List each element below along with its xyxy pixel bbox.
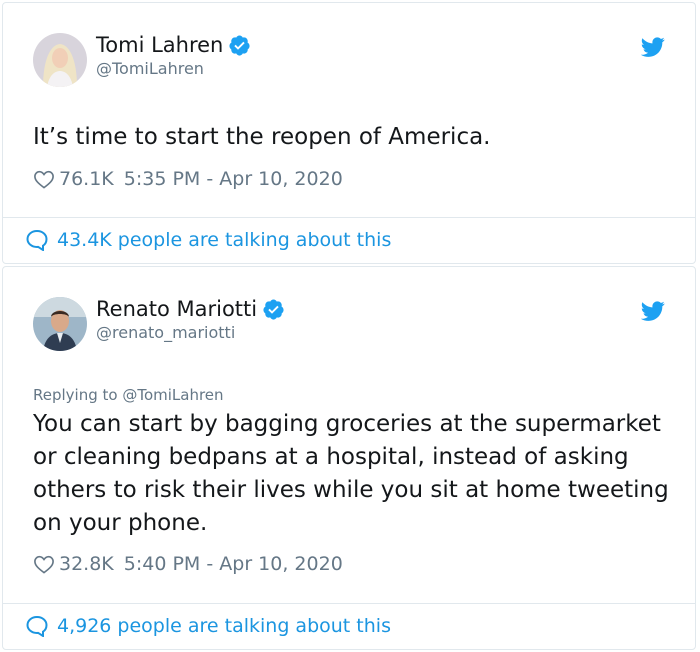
tweet-text: You can start by bagging groceries at th… — [33, 411, 669, 536]
speech-bubble-icon — [25, 615, 49, 638]
talking-link[interactable]: 4,926 people are talking about this — [25, 615, 391, 638]
avatar[interactable] — [33, 297, 87, 351]
tweet-text: It’s time to start the reopen of America… — [33, 124, 491, 150]
avatar[interactable] — [33, 33, 87, 87]
replying-to[interactable]: Replying to @TomiLahren — [33, 386, 224, 404]
author-handle[interactable]: @TomiLahren — [96, 59, 204, 78]
tweet-timestamp[interactable]: 5:40 PM - Apr 10, 2020 — [124, 553, 343, 575]
talking-link[interactable]: 43.4K people are talking about this — [25, 229, 392, 252]
speech-bubble-icon — [25, 229, 49, 252]
heart-icon[interactable] — [33, 554, 55, 574]
divider — [3, 217, 695, 218]
tweet-card[interactable]: Renato Mariotti @renato_mariotti Replyin… — [2, 266, 696, 650]
talking-text: 43.4K people are talking about this — [57, 229, 392, 251]
display-name[interactable]: Renato Mariotti — [96, 297, 257, 321]
divider — [3, 603, 695, 604]
display-name[interactable]: Tomi Lahren — [96, 33, 223, 57]
like-count[interactable]: 76.1K — [59, 168, 114, 190]
like-count[interactable]: 32.8K — [59, 553, 114, 575]
twitter-bird-icon[interactable] — [640, 299, 665, 323]
verified-badge-icon — [228, 34, 251, 57]
tweet-card[interactable]: Tomi Lahren @TomiLahren It’s time to sta… — [2, 2, 696, 264]
author-name-row: Renato Mariotti — [96, 297, 285, 321]
heart-icon[interactable] — [33, 169, 55, 189]
author-handle[interactable]: @renato_mariotti — [96, 323, 235, 342]
tweet-meta: 32.8K 5:40 PM - Apr 10, 2020 — [33, 553, 343, 575]
tweet-meta: 76.1K 5:35 PM - Apr 10, 2020 — [33, 168, 343, 190]
tweet-timestamp[interactable]: 5:35 PM - Apr 10, 2020 — [124, 168, 343, 190]
author-name-row: Tomi Lahren — [96, 33, 251, 57]
twitter-bird-icon[interactable] — [640, 35, 665, 59]
verified-badge-icon — [262, 298, 285, 321]
talking-text: 4,926 people are talking about this — [57, 615, 391, 637]
